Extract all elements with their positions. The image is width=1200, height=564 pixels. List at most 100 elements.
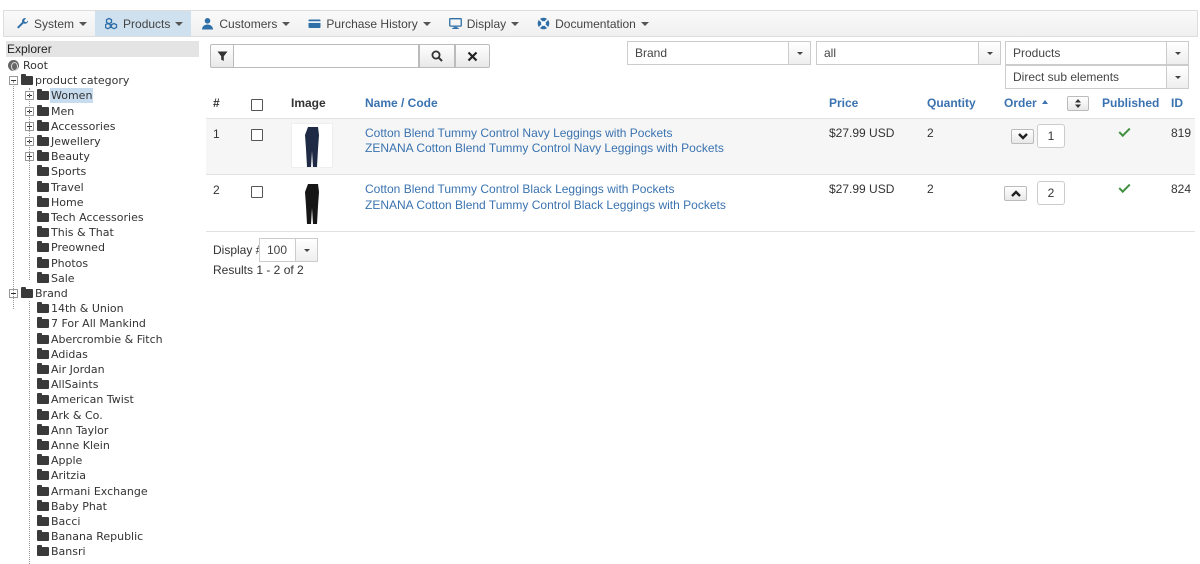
product-thumbnail[interactable] (291, 180, 333, 225)
tree-node-category[interactable]: Sale (37, 271, 76, 286)
folder-icon (37, 499, 49, 511)
tree-node-brand-item[interactable]: Bacci (37, 514, 81, 529)
chevron-up-icon (1010, 190, 1021, 197)
product-thumbnail[interactable] (291, 123, 333, 168)
product-name-link[interactable]: Cotton Blend Tummy Control Navy Leggings… (365, 126, 672, 140)
tree-node-brand-item[interactable]: 14th & Union (37, 301, 125, 316)
col-header-quantity[interactable]: Quantity (927, 96, 976, 110)
tree-node-category[interactable]: Women (25, 88, 94, 104)
menu-products[interactable]: Products (95, 11, 192, 36)
tree-node-category[interactable]: Travel (37, 180, 85, 195)
folder-icon (37, 439, 49, 450)
tree-node-label: Armani Exchange (51, 484, 148, 498)
tree-node-product-category[interactable]: product category (9, 73, 130, 88)
tree-node-brand-item[interactable]: 7 For All Mankind (37, 316, 147, 331)
tree-node-category[interactable]: Men (25, 104, 75, 119)
col-header-order-label: Order (1004, 96, 1037, 110)
tree-node-brand-item[interactable]: Aritzia (37, 468, 87, 483)
tree-node-brand[interactable]: Brand (9, 286, 69, 301)
col-header-published[interactable]: Published (1102, 96, 1159, 110)
tree-node-brand-item[interactable]: Apple (37, 453, 83, 468)
folder-icon (37, 530, 49, 542)
order-input[interactable]: 1 (1037, 124, 1065, 148)
menu-customers[interactable]: Customers (191, 11, 298, 36)
product-code-link[interactable]: ZENANA Cotton Blend Tummy Control Navy L… (365, 141, 724, 155)
tree-node-brand-item[interactable]: Armani Exchange (37, 484, 149, 499)
tree-node-brand-item[interactable]: Anne Klein (37, 438, 111, 453)
tree-node-label: AllSaints (51, 378, 99, 392)
tree-node-category[interactable]: Sports (37, 164, 87, 179)
row-checkbox[interactable] (251, 186, 263, 198)
tree-node-brand-item[interactable]: Abercrombie & Fitch (37, 332, 164, 347)
tree-node-brand-item[interactable]: Ark & Co. (37, 408, 104, 423)
col-header-name[interactable]: Name / Code (365, 96, 438, 110)
brand-filter-select[interactable]: Brand (627, 41, 811, 65)
tree-node-brand-item[interactable]: Banana Republic (37, 529, 144, 544)
col-header-order[interactable]: Order (1004, 96, 1049, 110)
menu-system[interactable]: System (6, 11, 95, 36)
tree-node-brand-item[interactable]: Adidas (37, 347, 89, 362)
type-select-value: Products (1013, 46, 1061, 60)
tree-node-label: Brand (35, 287, 68, 300)
search-input[interactable] (233, 44, 419, 68)
tree-node-brand-item[interactable]: Ann Taylor (37, 423, 109, 438)
tree-node-brand-item[interactable]: Baby Phat (37, 499, 108, 514)
menu-purchase-history[interactable]: Purchase History (298, 11, 438, 36)
scope-select-value: Direct sub elements (1013, 70, 1120, 84)
tree-node-brand-item[interactable]: American Twist (37, 392, 135, 407)
folder-icon (21, 74, 33, 86)
search-button[interactable] (419, 44, 455, 68)
tree-node-brand-item[interactable]: AllSaints (37, 377, 99, 392)
display-count-select[interactable]: 100 (259, 238, 318, 262)
menu-documentation[interactable]: Documentation (527, 11, 657, 36)
move-down-button[interactable] (1011, 129, 1034, 144)
tree-node-brand-item[interactable]: Air Jordan (37, 362, 106, 377)
brand-value-select[interactable]: all (816, 41, 1001, 65)
published-check-icon[interactable] (1118, 180, 1131, 194)
tree-node-category[interactable]: Accessories (25, 119, 116, 134)
menu-documentation-label: Documentation (555, 16, 636, 31)
col-header-price[interactable]: Price (829, 96, 858, 110)
tree-node-category[interactable]: Jewellery (25, 134, 102, 149)
scope-select[interactable]: Direct sub elements (1005, 65, 1189, 89)
tree-node-label: product category (35, 74, 130, 88)
tree-guide-line (29, 301, 30, 564)
chevron-down-icon (1166, 66, 1188, 88)
filter-button[interactable] (210, 44, 234, 68)
tree-guide-line (13, 81, 14, 310)
tree-node-category[interactable]: Photos (37, 256, 89, 271)
folder-icon (37, 119, 49, 131)
tree-node-category[interactable]: Tech Accessories (37, 210, 145, 225)
folder-icon (37, 545, 49, 557)
folder-icon (37, 241, 49, 253)
row-checkbox[interactable] (251, 129, 263, 141)
select-all-checkbox[interactable] (251, 99, 263, 111)
product-name-link[interactable]: Cotton Blend Tummy Control Black Legging… (365, 182, 674, 196)
save-order-button[interactable] (1067, 96, 1089, 111)
folder-icon (37, 408, 49, 420)
tree-node-label: Air Jordan (51, 363, 105, 376)
product-price: $27.99 USD (829, 182, 895, 196)
folder-icon (37, 423, 49, 435)
tree-node-label: Root (23, 59, 48, 72)
type-select[interactable]: Products (1005, 41, 1189, 65)
tree-node-category[interactable]: Preowned (37, 240, 106, 255)
tree-node-label: Preowned (51, 241, 105, 255)
tree-node-label: Abercrombie & Fitch (51, 332, 163, 346)
col-header-id[interactable]: ID (1171, 96, 1183, 110)
tree-node-category[interactable]: Home (37, 195, 84, 210)
move-up-button[interactable] (1004, 186, 1027, 201)
tree-node-category[interactable]: This & That (37, 225, 115, 240)
explorer-title: Explorer (6, 41, 199, 57)
folder-icon (37, 378, 49, 390)
tree-node-brand-item[interactable]: Bansri (37, 544, 87, 559)
order-input[interactable]: 2 (1037, 181, 1065, 205)
menu-display[interactable]: Display (439, 11, 527, 36)
tree-node-category[interactable]: Beauty (25, 149, 91, 164)
tree-node-label: Ann Taylor (51, 423, 109, 437)
product-code-link[interactable]: ZENANA Cotton Blend Tummy Control Black … (365, 198, 726, 212)
tree-node-root[interactable]: Root (8, 58, 49, 73)
clear-search-button[interactable] (455, 44, 490, 68)
row-divider (206, 174, 1195, 175)
brand-value-value: all (824, 46, 837, 60)
